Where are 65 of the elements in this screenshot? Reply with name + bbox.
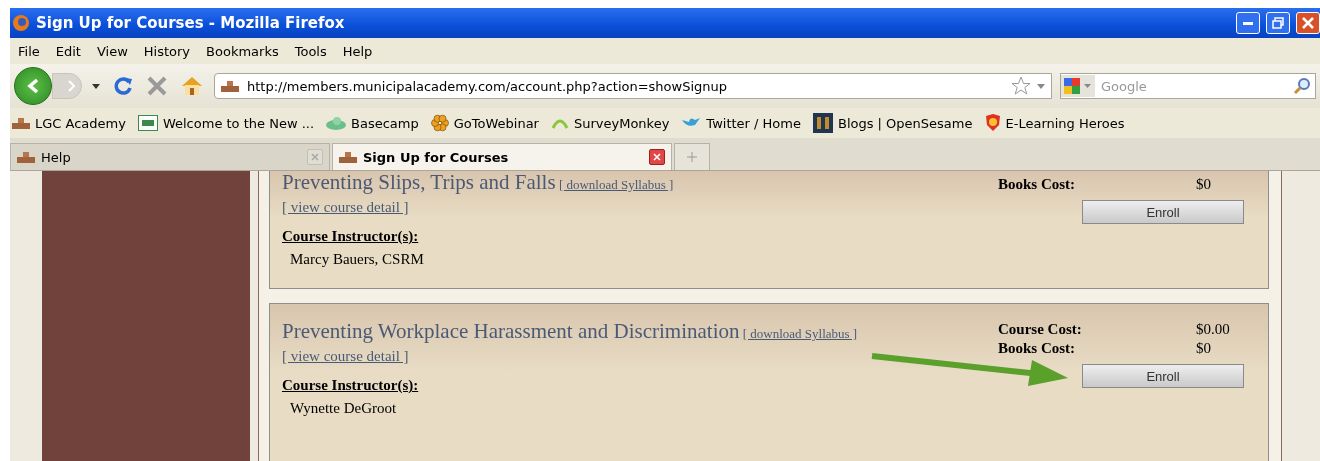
- menu-item[interactable]: Help: [334, 43, 381, 59]
- back-button[interactable]: [14, 67, 52, 105]
- course-title: Preventing Workplace Harassment and Discrimination[ download Syllabus ]: [282, 320, 859, 342]
- dropdown-button[interactable]: [90, 81, 102, 91]
- cost-label: Books Cost:: [997, 339, 1077, 358]
- cloud-icon: [326, 116, 347, 130]
- enroll-button[interactable]: Enroll: [1082, 200, 1244, 224]
- restore-button[interactable]: [1266, 12, 1290, 34]
- instructor-name: Wynette DeGroot: [290, 400, 398, 417]
- grid-icon: [812, 113, 833, 133]
- search-engine-icon: [1061, 75, 1095, 97]
- close-icon: [653, 153, 661, 161]
- course-detail-link[interactable]: [ view course detail ]: [282, 199, 994, 216]
- flower-icon: [430, 114, 449, 132]
- bookmark-link[interactable]: GoToWebinar: [430, 114, 539, 132]
- cost-value: $0.00: [1196, 320, 1231, 339]
- building-icon: [339, 151, 357, 163]
- menu-item[interactable]: Edit: [47, 43, 89, 59]
- address-bar[interactable]: http://members.municipalacademy.com/account.php?action=showSignup: [214, 73, 1052, 99]
- bookmark-link[interactable]: Welcome to the New ...: [137, 115, 315, 131]
- bookmark-link[interactable]: Basecamp: [326, 115, 419, 131]
- enroll-button[interactable]: Enroll: [1082, 364, 1244, 388]
- bookmark-link[interactable]: E-Learning Heroes: [984, 114, 1125, 132]
- cost-value: $0: [1196, 175, 1212, 194]
- search-box[interactable]: Google: [1060, 73, 1316, 99]
- instructor-name: Marcy Bauers, CSRM: [290, 251, 425, 268]
- minimize-button[interactable]: [1236, 12, 1260, 34]
- bookmark-link[interactable]: Blogs | OpenSesame: [812, 113, 973, 133]
- menu-item[interactable]: Tools: [286, 43, 335, 59]
- bookmark-link[interactable]: Twitter / Home: [681, 115, 801, 131]
- dropdown-icon: [1037, 83, 1045, 89]
- address-field[interactable]: http://members.municipalacademy.com/account.php?action=showSignup: [245, 77, 1005, 95]
- star-icon: [1011, 76, 1031, 96]
- course-title: Preventing Slips, Trips and Falls[ download Syllabus ]: [282, 171, 675, 193]
- instructor-label: Course Instructor(s):: [282, 377, 420, 394]
- cost-label: Books Cost:: [997, 175, 1077, 194]
- close-icon: [1302, 17, 1314, 29]
- menu-item[interactable]: File: [10, 43, 48, 59]
- menu-item[interactable]: View: [88, 43, 136, 59]
- minimize-icon: [1243, 21, 1253, 25]
- bookmark-link[interactable]: SurveyMonkey: [550, 115, 670, 131]
- plus-icon: [687, 152, 697, 162]
- download-syllabus-link[interactable]: [ download Syllabus ]: [742, 326, 858, 341]
- course-detail-link[interactable]: [ view course detail ]: [282, 348, 994, 365]
- browser-tab[interactable]: Sign Up for Courses: [332, 143, 672, 170]
- shield-icon: [984, 114, 1001, 132]
- bookmark-link[interactable]: LGC Academy: [12, 115, 126, 131]
- search-icon: [1293, 77, 1311, 95]
- download-syllabus-link[interactable]: [ download Syllabus ]: [558, 177, 674, 192]
- cost-label: Course Cost:: [997, 320, 1083, 339]
- building-icon: [17, 151, 35, 163]
- menu-item[interactable]: Bookmarks: [198, 43, 287, 59]
- instructor-label: Course Instructor(s):: [282, 228, 420, 245]
- browser-logo-icon: [12, 14, 30, 32]
- close-button[interactable]: [1296, 12, 1320, 34]
- cost-value: $0: [1196, 339, 1212, 358]
- window-title: Sign Up for Courses - Mozilla Firefox: [36, 14, 346, 32]
- tab-close-button[interactable]: [649, 149, 665, 165]
- close-icon: [311, 153, 319, 161]
- browser-tab[interactable]: Help: [10, 143, 330, 170]
- building-icon: [12, 117, 30, 129]
- menu-item[interactable]: History: [135, 43, 199, 59]
- logo-icon: [137, 115, 158, 131]
- building-icon: [221, 80, 239, 92]
- restore-icon: [1272, 17, 1284, 29]
